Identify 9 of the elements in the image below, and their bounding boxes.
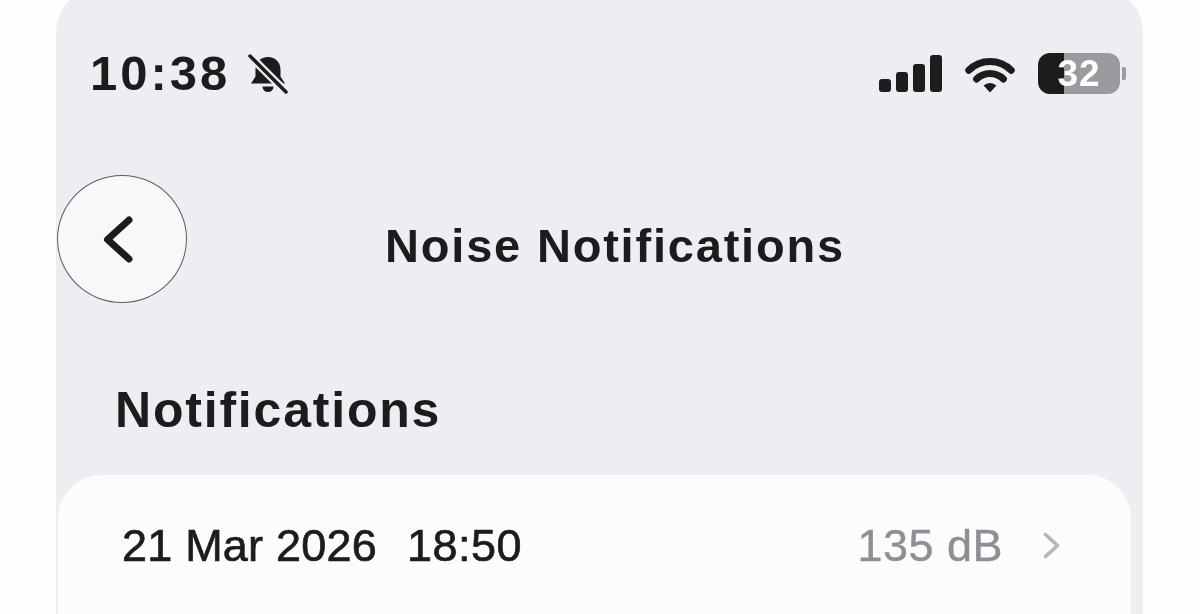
chevron-right-icon	[1043, 532, 1060, 559]
section-heading: Notifications	[115, 385, 443, 435]
notification-time: 18:50	[406, 523, 522, 568]
signal-icon	[879, 55, 942, 92]
decibel-reading: 135 dB	[857, 523, 1003, 568]
chevron-left-icon	[103, 215, 133, 263]
page-title: Noise Notifications	[384, 217, 846, 269]
status-time: 10:38	[90, 49, 231, 98]
notification-date: 21 Mar 2026	[122, 523, 377, 568]
